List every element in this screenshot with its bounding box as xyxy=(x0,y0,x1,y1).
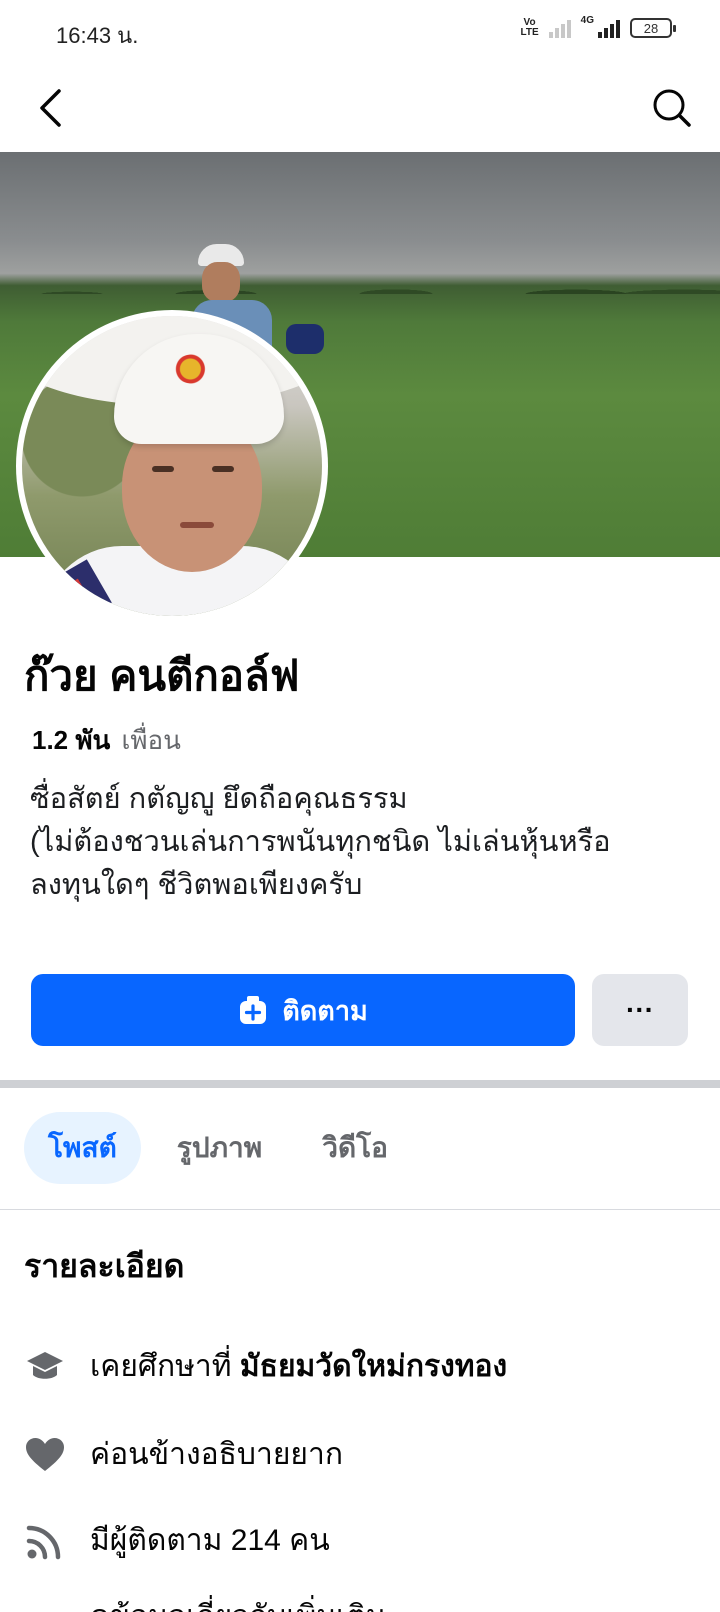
bio-line: (ไม่ต้องชวนเล่นการพนันทุกชนิด ไม่เล่นหุ้… xyxy=(30,826,611,858)
education-school-link[interactable]: มัธยมวัดใหม่กรงทอง xyxy=(240,1350,507,1383)
detail-followers: มีผู้ติดตาม 214 คน xyxy=(24,1520,330,1562)
network-type: 4G xyxy=(580,14,594,26)
section-divider xyxy=(0,1080,720,1088)
more-about-label: ดูข้อมูลเกี่ยวกับเพิ่มเติม xyxy=(90,1597,386,1612)
relationship-status: ค่อนข้างอธิบายยาก xyxy=(90,1438,343,1471)
cover-trees xyxy=(0,244,720,294)
detail-more-about[interactable]: ดูข้อมูลเกี่ยวกับเพิ่มเติม xyxy=(24,1596,386,1612)
chevron-left-icon xyxy=(40,89,61,127)
more-options-button[interactable]: ··· xyxy=(592,974,688,1046)
tab-photos[interactable]: รูปภาพ xyxy=(153,1112,286,1184)
back-button[interactable] xyxy=(28,84,72,132)
tab-posts[interactable]: โพสต์ xyxy=(24,1112,141,1184)
follow-label: ติดตาม xyxy=(282,995,368,1026)
more-icon: ··· xyxy=(626,994,654,1025)
tabs-divider xyxy=(0,1209,720,1210)
profile-tabs: โพสต์ รูปภาพ วิดีโอ xyxy=(24,1112,412,1184)
battery-icon: 28 xyxy=(630,18,676,38)
details-title: รายละเอียด xyxy=(24,1248,185,1284)
volte-icon: Vo LTE xyxy=(520,17,539,38)
friends-count-link[interactable]: 1.2 พัน เพื่อน xyxy=(32,722,181,758)
profile-bio: ซื่อสัตย์ กตัญญู ยึดถือคุณธรรม (ไม่ต้องช… xyxy=(30,778,680,907)
follow-plus-icon xyxy=(240,996,267,1024)
app-bar xyxy=(0,64,720,152)
graduation-cap-icon xyxy=(24,1346,66,1388)
follow-button[interactable]: ติดตาม xyxy=(31,974,575,1046)
status-bar: 16:43 น. Vo LTE 4G 28 xyxy=(0,0,720,64)
tab-videos[interactable]: วิดีโอ xyxy=(298,1112,412,1184)
bio-line: ซื่อสัตย์ กตัญญู ยึดถือคุณธรรม xyxy=(30,783,408,815)
signal-sim2-icon xyxy=(598,18,620,38)
friends-count: 1.2 พัน xyxy=(32,725,111,755)
search-button[interactable] xyxy=(648,84,696,132)
followers-count: มีผู้ติดตาม 214 คน xyxy=(90,1524,330,1557)
battery-level: 28 xyxy=(643,20,659,36)
search-icon xyxy=(653,89,691,127)
profile-name: ก๊วย คนตีกอล์ฟ xyxy=(24,652,300,699)
status-icons: Vo LTE 4G 28 xyxy=(520,14,676,38)
education-prefix: เคยศึกษาที่ xyxy=(90,1350,232,1383)
bio-line: ลงทุนใดๆ ชีวิตพอเพียงครับ xyxy=(30,869,363,901)
more-info-icon xyxy=(24,1596,66,1612)
detail-relationship: ค่อนข้างอธิบายยาก xyxy=(24,1434,343,1476)
signal-sim1-icon xyxy=(548,18,571,38)
rss-followers-icon xyxy=(24,1520,66,1562)
status-time: 16:43 น. xyxy=(56,23,139,48)
friends-label: เพื่อน xyxy=(121,725,181,755)
heart-icon xyxy=(24,1434,66,1476)
profile-avatar[interactable] xyxy=(22,316,322,616)
detail-education: เคยศึกษาที่ มัธยมวัดใหม่กรงทอง xyxy=(24,1346,507,1388)
